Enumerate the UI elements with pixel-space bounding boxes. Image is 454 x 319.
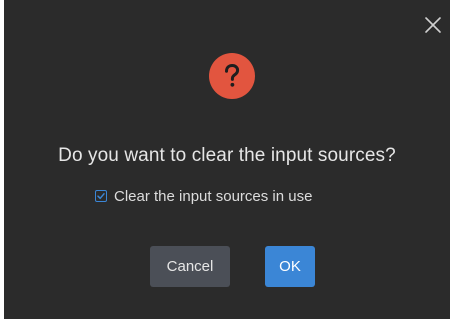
close-button[interactable] (422, 14, 444, 36)
ok-button[interactable]: OK (265, 246, 315, 287)
clear-in-use-checkbox[interactable] (95, 190, 107, 202)
clear-in-use-checkbox-row[interactable]: Clear the input sources in use (95, 186, 312, 206)
dialog-title: Do you want to clear the input sources? (58, 145, 396, 166)
question-mark-icon (209, 53, 255, 99)
checkbox-label: Clear the input sources in use (114, 187, 313, 205)
close-icon (425, 17, 441, 33)
checkmark-icon (97, 193, 105, 200)
confirm-dialog: Do you want to clear the input sources? … (4, 0, 450, 319)
cancel-button[interactable]: Cancel (150, 246, 230, 287)
